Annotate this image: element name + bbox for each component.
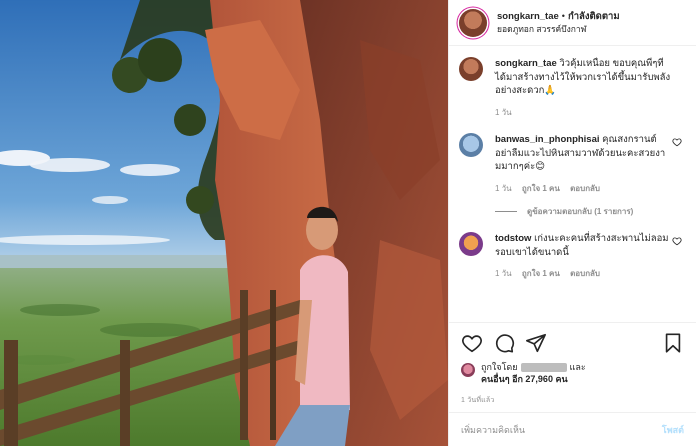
- replies-line: [495, 211, 517, 212]
- heart-small-icon[interactable]: [672, 236, 682, 246]
- caption-username[interactable]: songkarn_tae: [495, 58, 557, 69]
- share-icon[interactable]: [525, 332, 547, 354]
- post-header: songkarn_tae • กำลังติดตาม ยอดภูทอก สวรรค์…: [449, 0, 696, 46]
- comment-input[interactable]: เพิ่มความคิดเห็น: [461, 423, 662, 437]
- likes-others[interactable]: คนอื่นๆ อีก 27,960 คน: [481, 374, 568, 384]
- likes-and: และ: [569, 362, 586, 372]
- instagram-post: songkarn_tae • กำลังติดตาม ยอดภูทอก สวรรค์…: [0, 0, 696, 446]
- location-link[interactable]: ยอดภูทอก สวรรค์บึงกาฬ: [497, 23, 620, 36]
- view-replies[interactable]: ดูข้อความตอบกลับ (1 รายการ): [449, 205, 696, 218]
- post-button[interactable]: โพสต์: [662, 423, 684, 437]
- post-photo[interactable]: [0, 0, 448, 446]
- likes-summary: ถูกใจโดย และ คนอื่นๆ อีก 27,960 คน: [461, 361, 684, 385]
- liked-by-label: ถูกใจโดย: [481, 362, 518, 372]
- author-avatar[interactable]: [459, 8, 487, 37]
- post-sidebar: songkarn_tae • กำลังติดตาม ยอดภูทอก สวรรค์…: [448, 0, 696, 446]
- view-replies-label: ดูข้อความตอบกลับ (1 รายการ): [527, 207, 634, 216]
- following-button[interactable]: กำลังติดตาม: [568, 11, 620, 22]
- post-actions: ถูกใจโดย และ คนอื่นๆ อีก 27,960 คน 1 วันท…: [449, 322, 696, 406]
- author-username[interactable]: songkarn_tae: [497, 11, 559, 22]
- post-date: 1 วันที่แล้ว: [461, 397, 495, 404]
- caption-avatar[interactable]: [459, 57, 483, 81]
- comment-time: 1 วัน: [495, 183, 512, 193]
- comment-icon[interactable]: [493, 332, 515, 354]
- comment-username[interactable]: banwas_in_phonphisai: [495, 134, 600, 145]
- heart-small-icon[interactable]: [672, 137, 682, 147]
- post-image: [0, 0, 448, 446]
- comment-likes[interactable]: ถูกใจ 1 คน: [522, 269, 560, 278]
- caption-time: 1 วัน: [495, 107, 512, 117]
- liker-avatar[interactable]: [461, 363, 475, 377]
- reply-button[interactable]: ตอบกลับ: [570, 269, 600, 278]
- caption: songkarn_tae วิวคุ้มเหนื่อย ขอบคุณพี่ๆที…: [449, 57, 696, 119]
- blurred-username: [520, 363, 567, 373]
- commenter-avatar[interactable]: [459, 232, 483, 256]
- comment-time: 1 วัน: [495, 269, 512, 278]
- bookmark-icon[interactable]: [662, 332, 684, 354]
- header-separator: •: [561, 10, 565, 21]
- comments-list: songkarn_tae วิวคุ้มเหนื่อย ขอบคุณพี่ๆที…: [449, 57, 696, 319]
- comment-username[interactable]: todstow: [495, 233, 531, 244]
- comment-item: todstow เก่งนะคะคนที่สร้างสะพานไม่ลอมรอบ…: [449, 232, 696, 281]
- comment-item: banwas_in_phonphisai คุณสงกรานต์อย่าลืมแ…: [449, 133, 696, 195]
- commenter-avatar[interactable]: [459, 133, 483, 157]
- heart-icon[interactable]: [461, 332, 483, 354]
- comment-likes[interactable]: ถูกใจ 1 คน: [522, 184, 560, 193]
- add-comment-bar: เพิ่มความคิดเห็น โพสต์: [449, 412, 696, 446]
- reply-button[interactable]: ตอบกลับ: [570, 184, 600, 193]
